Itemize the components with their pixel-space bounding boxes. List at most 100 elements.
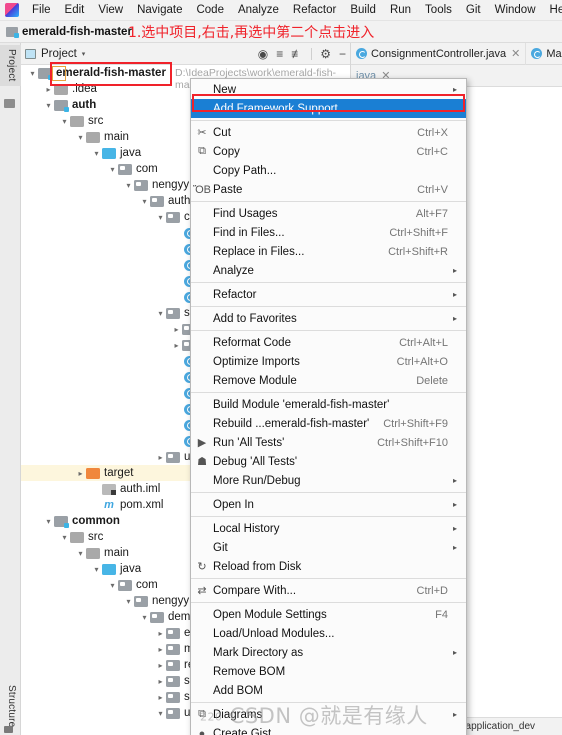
context-menu-item[interactable]: Add BOM	[191, 681, 466, 700]
context-menu-item[interactable]: ὌB Paste Ctrl+V	[191, 180, 466, 199]
project-panel-title[interactable]: Project	[41, 48, 77, 60]
chevron-right-icon[interactable]: ▸	[155, 453, 166, 462]
menu-item-window[interactable]: Window	[488, 2, 543, 18]
context-menu-item[interactable]: ☗ Debug 'All Tests'	[191, 452, 466, 471]
chevron-right-icon[interactable]: ▸	[171, 325, 182, 334]
context-menu-item-shortcut: Ctrl+Alt+L	[399, 336, 448, 349]
chevron-down-icon[interactable]: ▾	[155, 309, 166, 318]
context-menu-item[interactable]: New ▸	[191, 80, 466, 99]
chevron-down-icon[interactable]: ▾	[82, 50, 86, 58]
context-menu-item[interactable]: Rebuild ...emerald-fish-master' Ctrl+Shif…	[191, 414, 466, 433]
submenu-arrow-icon: ▸	[452, 476, 457, 485]
submenu-arrow-icon: ▸	[452, 266, 457, 275]
chevron-right-icon[interactable]: ▸	[155, 693, 166, 702]
project-panel-toolbar: ◉ ≡ ≢ ⚙ −	[258, 47, 346, 61]
chevron-down-icon[interactable]: ▾	[43, 517, 54, 526]
chevron-right-icon[interactable]: ▸	[155, 677, 166, 686]
context-menu-item[interactable]: ↻ Reload from Disk	[191, 557, 466, 576]
context-menu[interactable]: New ▸ Add Framework Support... ✂ Cut Ctrl+X ⧉ C…	[190, 78, 467, 735]
context-menu-item[interactable]: Remove BOM	[191, 662, 466, 681]
chevron-right-icon[interactable]: ▸	[155, 645, 166, 654]
chevron-down-icon[interactable]: ▾	[139, 197, 150, 206]
context-menu-item[interactable]: ⇄ Compare With... Ctrl+D	[191, 581, 466, 600]
menu-item-code[interactable]: Code	[189, 2, 231, 18]
context-menu-item[interactable]: Find Usages Alt+F7	[191, 204, 466, 223]
expand-all-icon[interactable]: ≡	[276, 47, 283, 61]
context-menu-item[interactable]: Build Module 'emerald-fish-master'	[191, 395, 466, 414]
chevron-down-icon[interactable]: ▾	[155, 709, 166, 718]
chevron-right-icon[interactable]: ▸	[75, 469, 86, 478]
chevron-down-icon[interactable]: ▾	[75, 133, 86, 142]
menu-item-file[interactable]: File	[25, 2, 58, 18]
chevron-down-icon[interactable]: ▾	[107, 581, 118, 590]
context-menu-item[interactable]: ⧉ Copy Ctrl+C	[191, 142, 466, 161]
editor-tab-main[interactable]: Mai	[526, 43, 562, 65]
chevron-right-icon[interactable]: ▸	[155, 629, 166, 638]
menu-item-refactor[interactable]: Refactor	[286, 2, 343, 18]
context-menu-item-label: Load/Unload Modules...	[213, 627, 335, 640]
context-menu-item[interactable]: Find in Files... Ctrl+Shift+F	[191, 223, 466, 242]
context-menu-item[interactable]: Copy Path...	[191, 161, 466, 180]
context-menu-item[interactable]: Local History ▸	[191, 519, 466, 538]
menu-item-view[interactable]: View	[91, 2, 130, 18]
menu-item-tools[interactable]: Tools	[418, 2, 459, 18]
menu-item-navigate[interactable]: Navigate	[130, 2, 189, 18]
tree-row-label: emerald-fish-master	[56, 67, 166, 79]
context-menu-item[interactable]: Replace in Files... Ctrl+Shift+R	[191, 242, 466, 261]
chevron-down-icon[interactable]: ▾	[123, 181, 134, 190]
context-menu-item[interactable]: Remove Module Delete	[191, 371, 466, 390]
collapse-all-icon[interactable]: ≢	[291, 47, 303, 61]
locate-icon[interactable]: ◉	[258, 47, 268, 61]
chevron-down-icon[interactable]: ▾	[91, 149, 102, 158]
menu-item-edit[interactable]: Edit	[58, 2, 92, 18]
menu-item-run[interactable]: Run	[383, 2, 418, 18]
chevron-down-icon[interactable]: ▾	[59, 533, 70, 542]
context-menu-item-label: Remove BOM	[213, 665, 286, 678]
chevron-down-icon[interactable]: ▾	[91, 565, 102, 574]
chevron-down-icon[interactable]: ▾	[43, 101, 54, 110]
editor-tab-consignmentcontroller[interactable]: ConsignmentController.java ✕	[351, 42, 527, 65]
chevron-right-icon[interactable]: ▸	[155, 661, 166, 670]
menu-item-analyze[interactable]: Analyze	[231, 2, 286, 18]
tool-window-button-structure[interactable]: Structure	[0, 681, 21, 731]
menu-item-git[interactable]: Git	[459, 2, 488, 18]
chevron-right-icon[interactable]: ▸	[171, 341, 182, 350]
tree-row-label: java	[120, 563, 142, 575]
context-menu-item-label: Optimize Imports	[213, 355, 300, 368]
gear-icon[interactable]: ⚙	[320, 47, 331, 61]
context-menu-item[interactable]: Add to Favorites ▸	[191, 309, 466, 328]
context-menu-item[interactable]: Refactor ▸	[191, 285, 466, 304]
context-menu-item[interactable]: Mark Directory as ▸	[191, 643, 466, 662]
tool-window-button-project[interactable]: Project	[0, 45, 21, 86]
chevron-down-icon[interactable]: ▾	[107, 165, 118, 174]
menu-item-build[interactable]: Build	[343, 2, 383, 18]
context-menu-item[interactable]: Open In ▸	[191, 495, 466, 514]
context-menu-item[interactable]: Optimize Imports Ctrl+Alt+O	[191, 352, 466, 371]
context-menu-item[interactable]: ▶ Run 'All Tests' Ctrl+Shift+F10	[191, 433, 466, 452]
breadcrumb-project-name[interactable]: emerald-fish-master	[22, 26, 132, 38]
context-menu-item-label: Debug 'All Tests'	[213, 455, 298, 468]
context-menu-item[interactable]: Git ▸	[191, 538, 466, 557]
chevron-down-icon[interactable]: ▾	[59, 117, 70, 126]
context-menu-item[interactable]: Reformat Code Ctrl+Alt+L	[191, 333, 466, 352]
context-menu-item[interactable]: Analyze ▸	[191, 261, 466, 280]
context-menu-item-shortcut: Ctrl+V	[417, 183, 448, 196]
submenu-arrow-icon: ▸	[452, 710, 457, 719]
close-icon[interactable]: ✕	[511, 47, 520, 60]
chevron-down-icon[interactable]: ▾	[75, 549, 86, 558]
context-menu-item[interactable]: Open Module Settings F4	[191, 605, 466, 624]
chevron-down-icon[interactable]: ▾	[155, 213, 166, 222]
chevron-down-icon[interactable]: ▾	[139, 613, 150, 622]
chevron-right-icon[interactable]: ▸	[43, 85, 54, 94]
context-menu-item[interactable]: More Run/Debug ▸	[191, 471, 466, 490]
chevron-down-icon[interactable]: ▾	[27, 69, 38, 78]
context-menu-item[interactable]: Load/Unload Modules...	[191, 624, 466, 643]
context-menu-item[interactable]: ✂ Cut Ctrl+X	[191, 123, 466, 142]
context-menu-item[interactable]: Add Framework Support...	[191, 99, 466, 118]
menu-item-help[interactable]: Help	[543, 2, 562, 18]
iml-icon	[102, 483, 116, 495]
chevron-down-icon[interactable]: ▾	[123, 597, 134, 606]
minimize-icon[interactable]: −	[339, 47, 346, 61]
